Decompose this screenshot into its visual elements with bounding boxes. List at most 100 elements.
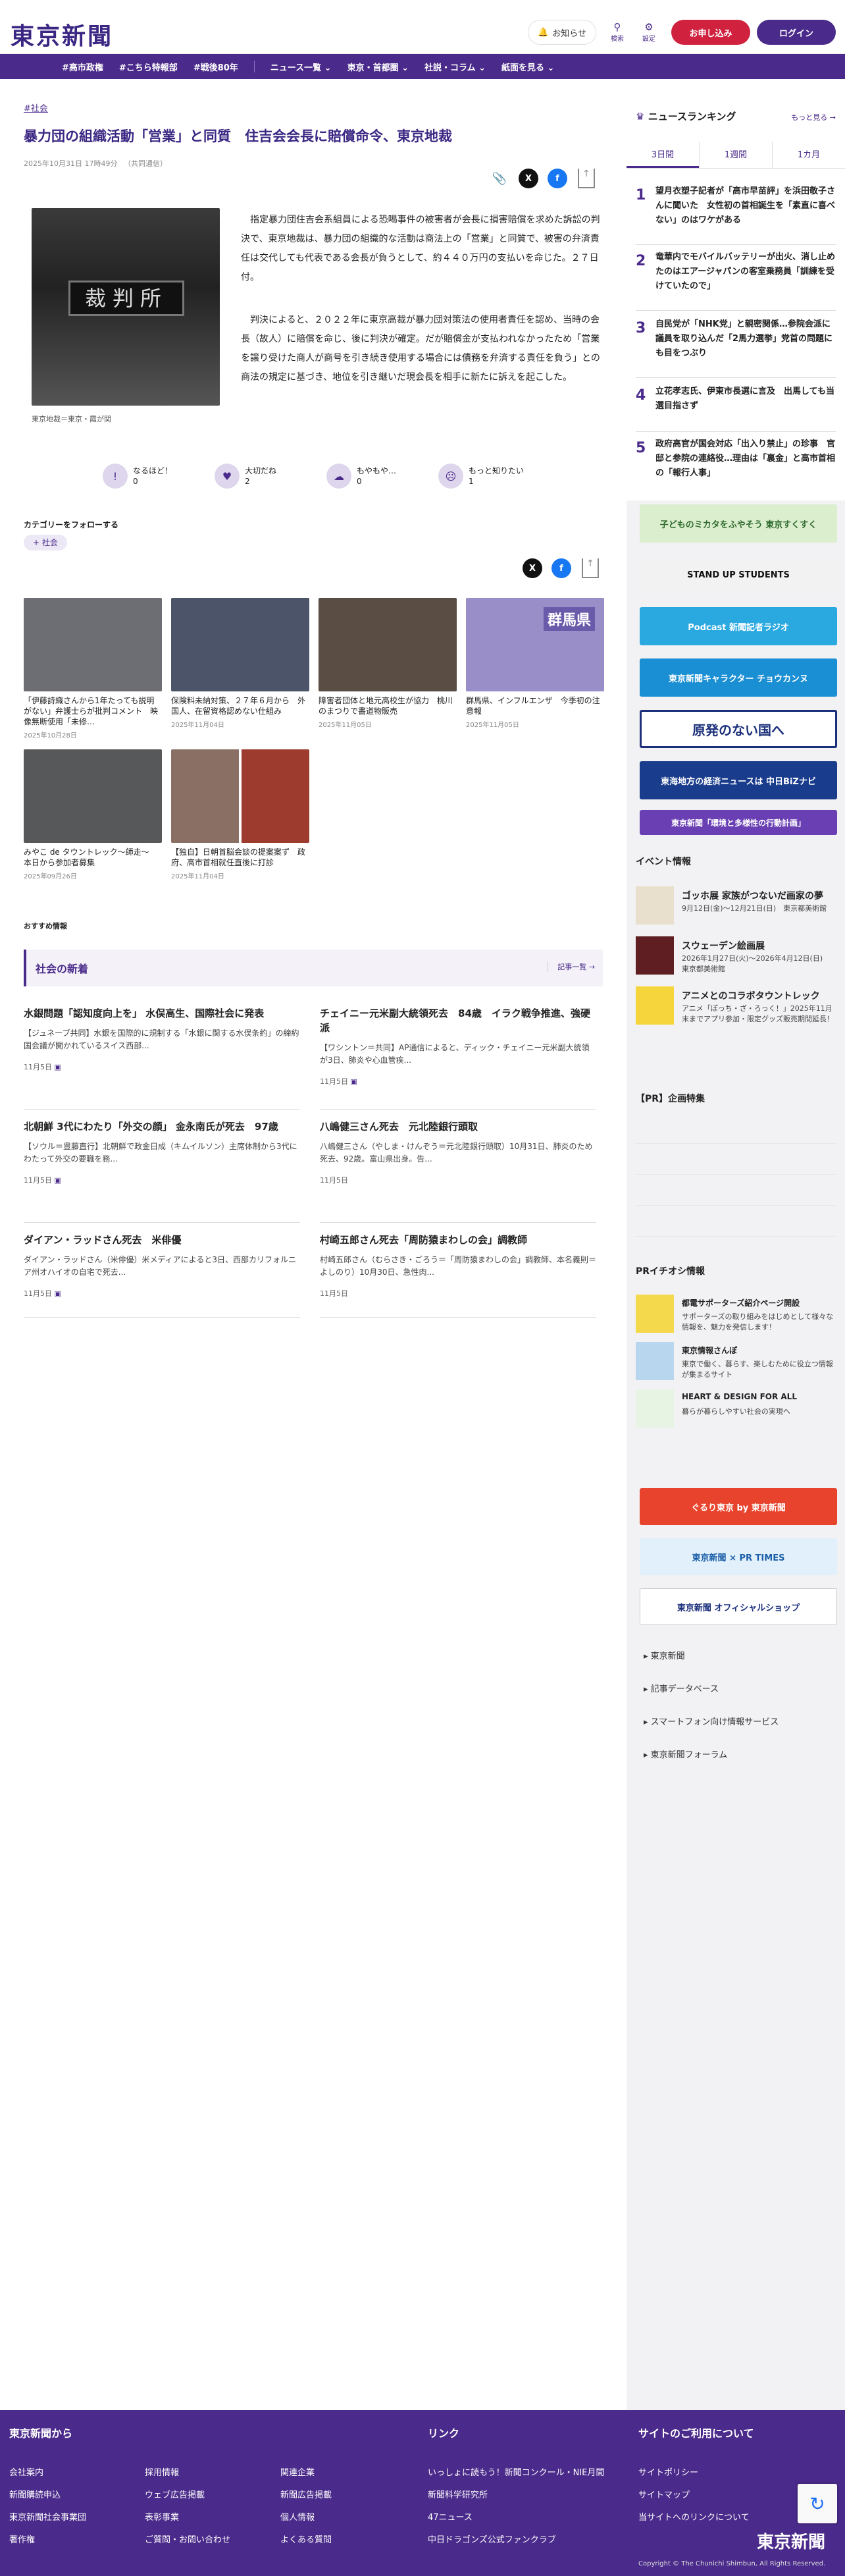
footer-link[interactable]: 東京新聞社会事業団 <box>9 2510 86 2523</box>
nav-item-takaichi[interactable]: #高市政権 <box>62 61 103 73</box>
news-item[interactable]: 八嶋健三さん死去 元北陸銀行頭取 八嶋健三さん（やしま・けんぞう＝元北陸銀行頭取）… <box>320 1119 596 1223</box>
x-share-icon[interactable]: X <box>519 169 538 188</box>
settings-button[interactable]: ⚙ 設定 <box>637 21 661 43</box>
event-item[interactable]: スウェーデン絵画展 2026年1月27日(火)〜2026年4月12日(日) 東京都… <box>636 936 840 979</box>
reaction-moyamoya[interactable]: ☁ もやもや… 0 <box>326 464 438 489</box>
ranking-item[interactable]: 3 自民党が「NHK党」と親密関係…参院会派に議員を取り込んだ「2馬力選挙」党首の… <box>636 317 836 378</box>
footer-link[interactable]: 新聞広告掲載 <box>280 2488 332 2500</box>
nav-item-news[interactable]: ニュース一覧 ⌄ <box>270 61 332 73</box>
ranking-tabs: 3日間 1週間 1カ月 <box>627 142 845 169</box>
banner-sukusuku[interactable]: 子どものミカタをふやそう 東京すくすく <box>640 504 837 543</box>
share-bar-2: X f ↑ <box>523 557 603 579</box>
pr-info-item[interactable]: HEART & DESIGN FOR ALL 暮らが暮らしやすい社会の実現へ <box>636 1389 840 1432</box>
photo-caption: 東京地裁＝東京・霞が関 <box>32 415 111 423</box>
rank-title: 竜華内でモバイルバッテリーが出火、消し止めたのはエアージャパンの客室乗務員「訓練… <box>655 252 836 291</box>
site-logo[interactable]: 東京新聞 <box>11 17 113 51</box>
side-link-smartphone[interactable]: ▸ スマートフォン向け情報サービス <box>644 1715 779 1727</box>
subscribe-button[interactable]: お申し込み <box>671 20 750 45</box>
login-button[interactable]: ログイン <box>757 20 836 45</box>
news-item[interactable]: チェイニー元米副大統領死去 84歳 イラク戦争推進、強硬派 【ワシントン＝共同】A… <box>320 1006 596 1110</box>
tab-3days[interactable]: 3日間 <box>627 142 699 168</box>
footer-logo[interactable]: 東京新聞 <box>757 2529 825 2553</box>
recaptcha-badge[interactable]: ↻ <box>798 2484 837 2523</box>
nav-item-tokuho[interactable]: #こちら特報部 <box>119 61 178 73</box>
ranking-item[interactable]: 1 望月衣塑子記者が「高市早苗評」を浜田敬子さんに聞いた 女性初の首相誕生を「素直… <box>636 184 836 245</box>
related-article[interactable]: 保険料未納対策、２７年６月から 外国人、在留資格認めない仕組み 2025年11月0… <box>171 598 309 729</box>
footer-link[interactable]: 47ニュース <box>428 2510 473 2523</box>
pr-info-item[interactable]: 東京情報さんぽ 東京で働く、暮らす、楽しむために役立つ情報が集まるサイト <box>636 1342 840 1384</box>
paperclip-icon[interactable]: 📎 <box>490 169 509 188</box>
pr-info-heading: PRイチオシ情報 <box>636 1266 705 1277</box>
share-icon[interactable]: ↑ <box>578 169 595 188</box>
banner-gururi[interactable]: ぐるり東京 by 東京新聞 <box>640 1488 837 1525</box>
news-item[interactable]: ダイアン・ラッドさん死去 米俳優 ダイアン・ラッドさん（米俳優）米メディアによると… <box>24 1233 300 1318</box>
article-paragraph-1: 指定暴力団住吉会系組員による恐喝事件の被害者が会長に損害賠償を求めた訴訟の判決で… <box>241 215 600 282</box>
footer-link[interactable]: 関連企業 <box>280 2465 315 2478</box>
reaction-naruhodo[interactable]: ! なるほど！ 0 <box>103 464 215 489</box>
news-body: ダイアン・ラッドさん（米俳優）米メディアによると3日、西部カリフォルニア州オハイ… <box>24 1255 296 1277</box>
side-link-forum[interactable]: ▸ 東京新聞フォーラム <box>644 1748 727 1760</box>
notice-button[interactable]: 🔔 お知らせ <box>528 20 596 45</box>
side-link-tokyo[interactable]: ▸ 東京新聞 <box>644 1649 685 1661</box>
ranking-item[interactable]: 5 政府高官が国会対応「出入り禁止」の珍事 官邸と参院の連絡役…理由は「裏金」と高… <box>636 437 836 498</box>
reaction-motto[interactable]: ☹ もっと知りたい 1 <box>438 464 550 489</box>
footer-link[interactable]: 新聞科学研究所 <box>428 2488 488 2500</box>
ranking-item[interactable]: 2 竜華内でモバイルバッテリーが出火、消し止めたのはエアージャパンの客室乗務員「訓… <box>636 250 836 311</box>
banner-chokannu[interactable]: 東京新聞キャラクター チョウカンヌ <box>640 658 837 697</box>
related-article[interactable]: 「伊藤詩織さんから1年たっても説明がない」弁護士らが批判コメント 映像無断使用「… <box>24 598 162 739</box>
side-link-database[interactable]: ▸ 記事データベース <box>644 1682 719 1694</box>
footer-link[interactable]: 中日ドラゴンズ公式ファンクラブ <box>428 2533 556 2545</box>
tab-1week[interactable]: 1週間 <box>699 142 772 168</box>
article-source: （共同通信） <box>123 159 167 168</box>
nav-item-tokyo[interactable]: 東京・首都圏 ⌄ <box>347 61 409 73</box>
footer-link[interactable]: ウェブ広告掲載 <box>145 2488 205 2500</box>
x-share-icon[interactable]: X <box>523 558 542 578</box>
footer-link[interactable]: 会社案内 <box>9 2465 43 2478</box>
related-article[interactable]: 障害者団体と地元高校生が協力 桃川のまつりで書道物販売 2025年11月05日 <box>319 598 457 729</box>
footer-link[interactable]: サイトポリシー <box>638 2465 698 2478</box>
related-article[interactable]: みやこ de タウントレック〜師走〜 本日から参加者募集 2025年09月26日 <box>24 749 162 880</box>
footer-link[interactable]: ご質問・お問い合わせ <box>145 2533 230 2545</box>
facebook-share-icon[interactable]: f <box>551 558 571 578</box>
footer-link[interactable]: サイトマップ <box>638 2488 690 2500</box>
facebook-share-icon[interactable]: f <box>548 169 567 188</box>
related-article[interactable]: 群馬県 群馬県、インフルエンザ 今季初の注意報 2025年11月05日 <box>466 598 604 729</box>
related-date: 2025年11月05日 <box>319 722 372 729</box>
related-article[interactable]: 【独自】日朝首脳会談の提案案ず 政府、高市首相就任直後に打診 2025年11月04… <box>171 749 309 880</box>
nav-item-sengo80[interactable]: #戦後80年 <box>193 61 238 73</box>
banner-podcast[interactable]: Podcast 新聞記者ラジオ <box>640 607 837 645</box>
event-item[interactable]: アニメとのコラボタウントレック アニメ「ぽっち・ざ・ろっく！」2025年11月末ま… <box>636 986 840 1029</box>
news-item[interactable]: 北朝鮮 3代にわたり「外交の顔」 金永南氏が死去 97歳 【ソウル＝豊藤直行】北朝… <box>24 1119 300 1223</box>
banner-prtimes[interactable]: 東京新聞 × PR TIMES <box>640 1538 837 1575</box>
footer-link[interactable]: 著作権 <box>9 2533 35 2545</box>
search-button[interactable]: ⚲ 検索 <box>605 21 629 43</box>
banner-genpatsu[interactable]: 原発のない国へ <box>640 710 837 748</box>
footer-link[interactable]: 個人情報 <box>280 2510 315 2523</box>
follow-chip[interactable]: + 社会 <box>24 535 67 550</box>
footer-link[interactable]: 採用情報 <box>145 2465 179 2478</box>
nav-item-editorial[interactable]: 社説・コラム ⌄ <box>424 61 486 73</box>
news-date: 11月5日 ▣ <box>24 1061 300 1072</box>
ranking-more-link[interactable]: もっと見る → <box>791 112 836 122</box>
banner-shop[interactable]: 東京新聞 オフィシャルショップ <box>640 1588 837 1625</box>
news-date-text: 11月5日 <box>24 1176 52 1185</box>
footer-link[interactable]: よくある質問 <box>280 2533 332 2545</box>
pr-info-item[interactable]: 都電サポーターズ紹介ページ開設 サポーターズの取り組みをはじめとして様々な情報を、… <box>636 1295 840 1337</box>
banner-bizNavi[interactable]: 東海地方の経済ニュースは 中日BiZナビ <box>640 761 837 799</box>
banner-standup-students[interactable]: STAND UP STUDENTS <box>640 556 837 594</box>
event-item[interactable]: ゴッホ展 家族がつないだ画家の夢 9月12日(金)〜12月21日(日) 東京都美術… <box>636 886 840 928</box>
footer-link[interactable]: 当サイトへのリンクについて <box>638 2510 750 2523</box>
news-item[interactable]: 村崎五郎さん死去「周防猿まわしの会」調教師 村崎五郎さん（むらさき・ごろう＝「周防… <box>320 1233 596 1318</box>
nav-item-paper[interactable]: 紙面を見る ⌄ <box>501 61 554 73</box>
article-tag[interactable]: #社会 <box>24 101 48 114</box>
reaction-taisetsu[interactable]: ♥ 大切だね 2 <box>215 464 326 489</box>
banner-action-plan[interactable]: 東京新聞「環境と多様性の行動計画」 <box>640 810 837 835</box>
footer-link[interactable]: いっしょに読もう！新聞コンクール・NIE月間 <box>428 2465 604 2478</box>
news-item[interactable]: 水銀問題「認知度向上を」 水俣高生、国際社会に発表 【ジュネーブ共同】水銀を国際的… <box>24 1006 300 1110</box>
footer-link[interactable]: 新聞購読申込 <box>9 2488 61 2500</box>
footer-link[interactable]: 表彰事業 <box>145 2510 179 2523</box>
latest-more-link[interactable]: 記事一覧 → <box>548 961 595 972</box>
tab-1month[interactable]: 1カ月 <box>772 142 845 168</box>
share-icon[interactable]: ↑ <box>582 558 599 578</box>
ranking-item[interactable]: 4 立花孝志氏、伊東市長選に言及 出馬しても当選目指さず <box>636 385 836 432</box>
